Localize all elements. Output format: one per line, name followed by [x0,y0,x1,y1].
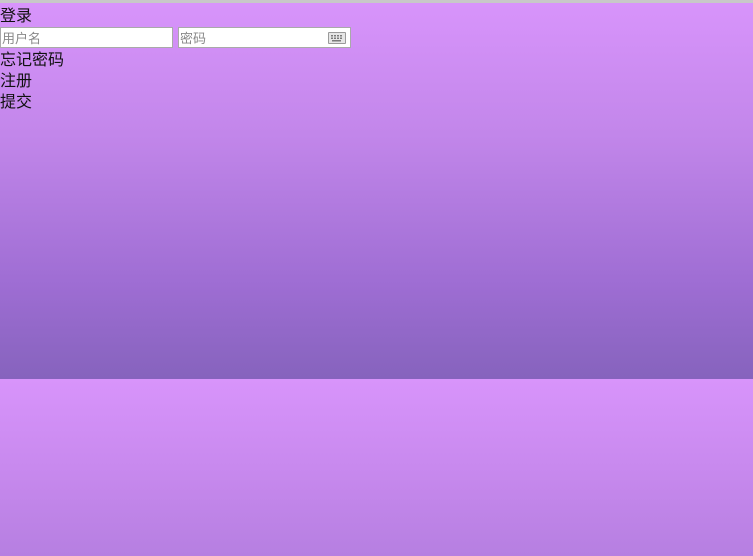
background-gradient-lower [0,379,753,556]
input-row [0,27,351,49]
username-field-wrapper [0,27,173,49]
submit-button[interactable]: 提交 [0,92,32,112]
background-gradient-upper [0,3,753,379]
keyboard-icon[interactable] [328,32,346,44]
username-input[interactable] [1,30,172,49]
forgot-password-link[interactable]: 忘记密码 [0,50,64,70]
password-input[interactable] [179,30,350,49]
password-field-wrapper [178,27,351,49]
register-link[interactable]: 注册 [0,71,32,91]
keyboard-icon-graphic [331,35,342,42]
page: { "login": { "title": "登录", "username_pl… [0,0,753,556]
page-title: 登录 [0,6,33,25]
